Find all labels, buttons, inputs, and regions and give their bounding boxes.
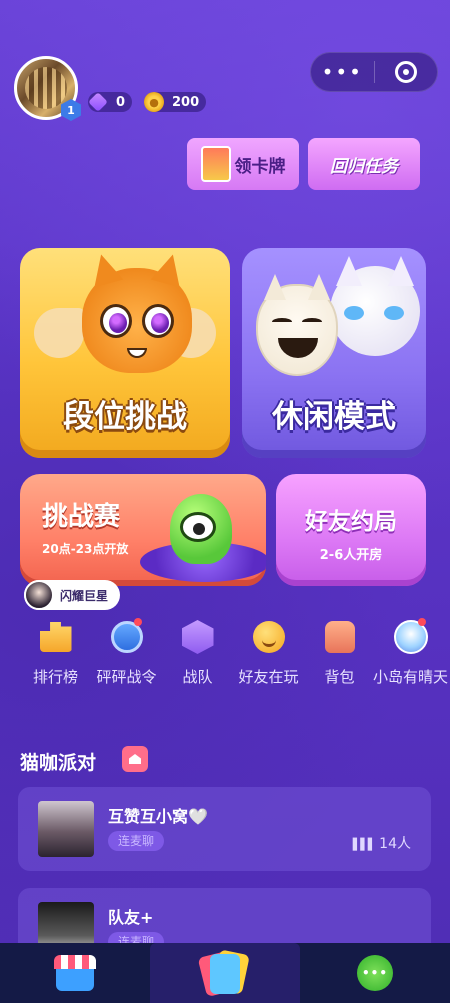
room-tag: 连麦聊 [108,831,165,851]
user-avatar[interactable]: 1 [14,56,81,121]
shortcut-battle-pass[interactable]: 砰砰战令 [91,618,162,687]
friend-room-title: 好友约局 [305,509,397,535]
target-icon [394,61,417,83]
friend-room-players: 2-6人开房 [319,548,383,563]
card-pack-icon [200,146,231,182]
shortcut-label: 战队 [182,668,213,686]
shop-icon [54,955,96,991]
claim-card-label: 领卡牌 [234,156,286,177]
shortcut-label: 背包 [324,668,355,686]
chat-bubble-icon: ••• [357,955,393,991]
trophy-icon [39,622,72,652]
room-name: 队友+ [108,908,154,927]
smiling-mask-icon [256,274,338,376]
shortcut-label: 砰砰战令 [96,668,157,686]
streamer-name: 闪耀巨星 [60,588,109,603]
coin-count: 200 [172,94,200,110]
close-miniprogram-button[interactable] [375,61,438,83]
return-quest-label: 回归任务 [330,156,398,177]
home-icon[interactable] [122,746,148,772]
return-quest-button[interactable]: 回归任务 [308,138,420,190]
room-member-count: ▌▌▌ 14人 [352,836,411,852]
orange-cat-mascot [82,268,192,373]
tournament-card[interactable]: 挑战赛 20点-23点开放 [20,474,266,586]
gem-balance[interactable]: 0 [88,92,132,112]
miniprogram-capsule: ••• [310,52,438,92]
team-flag-icon [181,620,214,654]
gem-count: 0 [116,94,126,110]
casual-mode-title: 休闲模式 [272,399,396,435]
alien-mascot [170,494,232,564]
casual-mode-card[interactable]: 休闲模式 [242,248,426,458]
shortcut-team[interactable]: 战队 [162,618,233,687]
friend-room-card[interactable]: 好友约局 2-6人开房 [276,474,426,586]
coin-balance[interactable]: ● 200 [144,92,206,112]
shortcut-label: 好友在玩 [238,668,299,686]
shortcut-row: 排行榜 砰砰战令 战队 好友在玩 背包 小岛有晴天 [20,618,448,687]
smile-icon [252,621,285,653]
nav-shop[interactable] [0,943,150,1003]
room-cover [38,801,94,857]
streamer-avatar [24,580,54,610]
backpack-icon [324,621,355,653]
coin-icon: ● [144,92,164,112]
shortcut-backpack[interactable]: 背包 [304,618,375,687]
shortcut-island[interactable]: 小岛有晴天 [373,618,449,687]
signal-bars-icon: ▌▌▌ [352,838,376,851]
ranked-challenge-title: 段位挑战 [63,399,187,435]
avatar-image [25,67,67,109]
room-name: 互赞互小窝🤍 [108,807,208,826]
shortcut-leaderboard[interactable]: 排行榜 [20,618,91,687]
tournament-title: 挑战赛 [42,502,121,532]
notification-dot [133,618,142,626]
nav-chat[interactable]: ••• [300,943,450,1003]
diamond-icon [88,92,108,112]
party-section-title: 猫咖派对 [20,752,97,774]
bottom-nav: ••• [0,943,450,1003]
shortcut-friends-playing[interactable]: 好友在玩 [233,618,304,687]
ranked-challenge-card[interactable]: 段位挑战 [20,248,230,458]
wing-icon [34,308,84,358]
cards-icon [197,949,250,998]
more-menu-button[interactable]: ••• [311,52,374,92]
tournament-hours: 20点-23点开放 [42,542,129,556]
white-cat-mascot [330,256,420,356]
notification-dot [417,618,426,626]
nav-play[interactable] [150,943,300,1003]
featured-streamer-chip[interactable]: 闪耀巨星 [24,580,121,610]
shortcut-label: 小岛有晴天 [373,668,449,686]
shortcut-label: 排行榜 [32,668,78,686]
room-card[interactable]: 互赞互小窝🤍 连麦聊 ▌▌▌ 14人 [18,787,431,871]
claim-card-button[interactable]: 领卡牌 [187,138,299,190]
